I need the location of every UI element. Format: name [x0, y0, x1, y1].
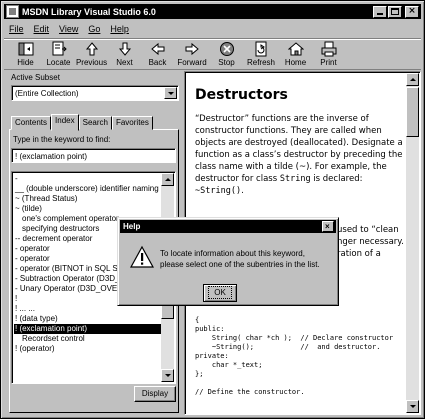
- chevron-down-icon: [168, 92, 174, 95]
- scroll-down-button[interactable]: [161, 369, 174, 382]
- menu-bar: File Edit View Go Help: [4, 21, 421, 36]
- topic-scroll-thumb[interactable]: [406, 87, 419, 137]
- forward-icon: [185, 42, 199, 56]
- active-subset-label: Active Subset: [11, 73, 60, 82]
- code-line: String( char *ch ); // Declare construct…: [195, 334, 394, 342]
- toolbar: Hide Locate Previous Next Back Forward S…: [4, 38, 421, 70]
- stop-icon: [219, 42, 234, 56]
- index-item[interactable]: -: [14, 174, 162, 184]
- active-subset-dropdown[interactable]: (Entire Collection): [11, 85, 179, 101]
- display-button[interactable]: Display: [134, 386, 176, 402]
- index-item[interactable]: Recordset control: [14, 334, 162, 344]
- partially-hidden-text: used to “clean nger necessary. ration of…: [337, 225, 404, 259]
- topic-document: Destructors “Destructor” functions are t…: [195, 82, 407, 197]
- locate-button[interactable]: Locate: [42, 39, 75, 69]
- index-item[interactable]: ~ (tilde): [14, 204, 162, 214]
- title-bar: MSDN Library Visual Studio 6.0 ×: [4, 4, 421, 19]
- index-item[interactable]: ! (data type): [14, 314, 162, 324]
- code-line: private:: [195, 352, 229, 360]
- maximize-icon: [391, 7, 399, 15]
- home-button[interactable]: Home: [279, 39, 312, 69]
- refresh-icon: [255, 41, 267, 57]
- topic-scroll-down-button[interactable]: [406, 400, 419, 413]
- app-icon[interactable]: [6, 5, 19, 18]
- close-button[interactable]: ×: [405, 5, 419, 18]
- print-button[interactable]: Print: [312, 39, 345, 69]
- dialog-title-bar: Help ×: [120, 220, 336, 233]
- tab-index[interactable]: Index: [51, 114, 79, 131]
- close-icon: ×: [408, 5, 416, 16]
- arrow-down-icon: [165, 374, 171, 377]
- code-line: {: [195, 316, 200, 324]
- dropdown-button[interactable]: [164, 87, 177, 99]
- index-item[interactable]: ! (exclamation point): [14, 324, 162, 334]
- index-item[interactable]: ~ (Thread Status): [14, 194, 162, 204]
- topic-scrollbar[interactable]: [406, 73, 419, 413]
- back-button[interactable]: Back: [141, 39, 174, 69]
- ok-button[interactable]: OK: [203, 284, 237, 302]
- home-icon: [287, 42, 304, 56]
- topic-paragraph: “Destructor” functions are the inverse o…: [195, 114, 403, 196]
- tab-favorites[interactable]: Favorites: [111, 116, 153, 130]
- index-item[interactable]: ! (operator): [14, 344, 162, 354]
- code-line: char *_text;: [195, 361, 263, 369]
- maximize-button[interactable]: [388, 5, 402, 18]
- hide-icon: [18, 42, 33, 56]
- previous-icon: [85, 42, 98, 56]
- minimize-button[interactable]: [373, 5, 387, 18]
- menu-file[interactable]: File: [4, 24, 29, 34]
- print-icon: [321, 41, 336, 57]
- hide-button[interactable]: Hide: [9, 39, 42, 69]
- arrow-down-icon: [410, 405, 416, 408]
- msdn-library-window: MSDN Library Visual Studio 6.0 × File Ed…: [0, 0, 425, 419]
- code-line: public:: [195, 325, 225, 333]
- warning-icon: [130, 245, 154, 268]
- minimize-icon: [377, 12, 383, 15]
- dialog-message: To locate information about this keyword…: [160, 249, 320, 269]
- previous-button[interactable]: Previous: [75, 39, 108, 69]
- code-line: ~String(); // and destructor.: [195, 343, 381, 351]
- close-icon: ×: [325, 222, 330, 231]
- window-title: MSDN Library Visual Studio 6.0: [22, 6, 156, 17]
- refresh-button[interactable]: Refresh: [243, 39, 279, 69]
- code-line: };: [195, 370, 204, 378]
- tab-search[interactable]: Search: [78, 116, 112, 130]
- dialog-close-button[interactable]: ×: [322, 221, 334, 232]
- active-subset-value: (Entire Collection): [15, 89, 79, 98]
- topic-heading: Destructors: [195, 87, 288, 103]
- arrow-up-icon: [410, 78, 416, 81]
- dialog-title: Help: [123, 222, 141, 231]
- topic-scroll-up-button[interactable]: [406, 73, 419, 86]
- arrow-up-icon: [165, 178, 171, 181]
- menu-help[interactable]: Help: [105, 24, 134, 34]
- back-icon: [150, 42, 164, 56]
- keyword-label: Type in the keyword to find:: [13, 135, 111, 144]
- nav-tabs: Contents Index Search Favorites: [11, 114, 153, 131]
- locate-icon: [52, 41, 67, 56]
- index-item[interactable]: __ (double underscore) identifier naming: [14, 184, 162, 194]
- menu-edit[interactable]: Edit: [29, 24, 55, 34]
- scroll-up-button[interactable]: [161, 173, 174, 186]
- help-dialog: Help × To locate information about this …: [117, 217, 339, 306]
- next-button[interactable]: Next: [108, 39, 141, 69]
- menu-go[interactable]: Go: [83, 24, 105, 34]
- forward-button[interactable]: Forward: [174, 39, 210, 69]
- menu-view[interactable]: View: [54, 24, 83, 34]
- code-line: // Define the constructor.: [195, 388, 305, 396]
- tab-contents[interactable]: Contents: [11, 116, 52, 130]
- stop-button[interactable]: Stop: [210, 39, 243, 69]
- code-example: {public: String( char *ch ); // Declare …: [195, 316, 407, 397]
- keyword-input[interactable]: ! (exclamation point): [11, 148, 176, 163]
- next-icon: [118, 42, 131, 56]
